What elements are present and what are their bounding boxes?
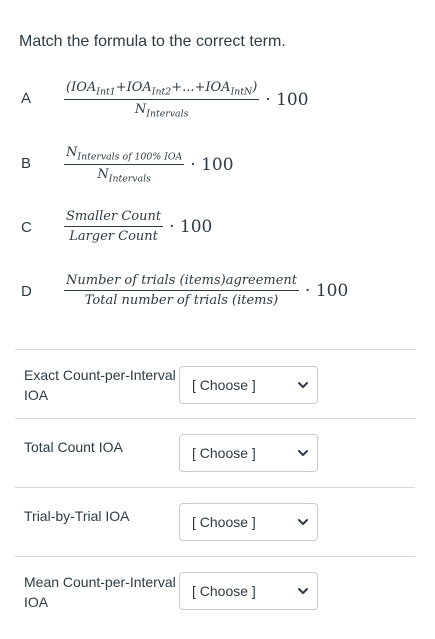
formula-subscript: Int2	[151, 86, 172, 98]
answer-letter: D	[21, 283, 32, 300]
question-instructions: Match the formula to the correct term.	[19, 33, 286, 50]
match-row: Trial-by-Trial IOA [ Choose ]	[0, 488, 435, 556]
formula: Number of trials (items)agreement Total …	[64, 273, 348, 308]
answer-letter: C	[21, 219, 32, 236]
fraction: (IOAInt1+IOAInt2+...+IOAIntN) NIntervals	[64, 80, 260, 120]
answer-select[interactable]: [ Choose ]	[179, 503, 318, 541]
fraction: Number of trials (items)agreement Total …	[64, 273, 300, 308]
chevron-down-icon	[298, 382, 308, 388]
chevron-down-icon	[298, 588, 308, 594]
formula-text: +...+IOA	[171, 80, 231, 95]
answer-row-b: B NIntervals of 100% IOA NIntervals · 10…	[0, 145, 435, 185]
denominator: NIntervals	[64, 165, 184, 184]
match-row: Exact Count-per-Interval IOA [ Choose ]	[0, 350, 435, 418]
answer-row-c: C Smaller Count Larger Count · 100	[0, 209, 435, 244]
formula-text: +IOA	[115, 80, 152, 95]
answer-letter: B	[21, 155, 32, 172]
denominator: Total number of trials (items)	[84, 293, 279, 308]
chevron-down-icon	[298, 450, 308, 456]
numerator: (IOAInt1+IOAInt2+...+IOAIntN)	[64, 80, 260, 101]
formula-subscript: Intervals	[146, 108, 189, 120]
numerator: Number of trials (items)agreement	[64, 273, 300, 291]
formula-subscript: IntN	[230, 86, 253, 98]
answer-select[interactable]: [ Choose ]	[179, 366, 318, 404]
answer-select[interactable]: [ Choose ]	[179, 572, 318, 610]
match-term: Mean Count-per-Interval IOA	[24, 574, 176, 610]
select-value: [ Choose ]	[192, 445, 256, 461]
match-row: Mean Count-per-Interval IOA [ Choose ]	[0, 557, 435, 627]
denominator: NIntervals	[64, 100, 259, 119]
select-value: [ Choose ]	[192, 514, 256, 530]
match-row: Total Count IOA [ Choose ]	[0, 419, 435, 487]
numerator: NIntervals of 100% IOA	[64, 145, 185, 166]
answer-letter: A	[21, 90, 32, 107]
formula: Smaller Count Larger Count · 100	[64, 209, 212, 244]
formula-text: (IOA	[66, 80, 97, 95]
match-term: Total Count IOA	[24, 439, 123, 455]
formula-subscript: Int1	[96, 86, 116, 98]
multiplier: · 100	[190, 154, 234, 175]
denominator: Larger Count	[69, 229, 158, 244]
formula: (IOAInt1+IOAInt2+...+IOAIntN) NIntervals…	[64, 80, 309, 120]
fraction: NIntervals of 100% IOA NIntervals	[64, 145, 185, 185]
formula-text: N	[66, 145, 78, 160]
chevron-down-icon	[298, 519, 308, 525]
multiplier: · 100	[169, 216, 213, 237]
formula-text: N	[134, 102, 147, 118]
match-term: Exact Count-per-Interval IOA	[24, 367, 176, 403]
match-term: Trial-by-Trial IOA	[24, 508, 130, 524]
select-value: [ Choose ]	[192, 377, 256, 393]
formula-subscript: Intervals of 100% IOA	[77, 151, 183, 163]
answer-row-a: A (IOAInt1+IOAInt2+...+IOAIntN) NInterva…	[0, 80, 435, 120]
numerator: Smaller Count	[64, 209, 164, 227]
select-value: [ Choose ]	[192, 583, 256, 599]
formula-text: N	[97, 167, 109, 183]
answer-row-d: D Number of trials (items)agreement Tota…	[0, 273, 435, 308]
multiplier: · 100	[305, 280, 349, 301]
answer-select[interactable]: [ Choose ]	[179, 434, 318, 472]
multiplier: · 100	[265, 89, 309, 110]
formula-subscript: Intervals	[108, 173, 151, 185]
formula: NIntervals of 100% IOA NIntervals · 100	[64, 145, 234, 185]
formula-text: )	[252, 80, 258, 95]
fraction: Smaller Count Larger Count	[64, 209, 164, 244]
